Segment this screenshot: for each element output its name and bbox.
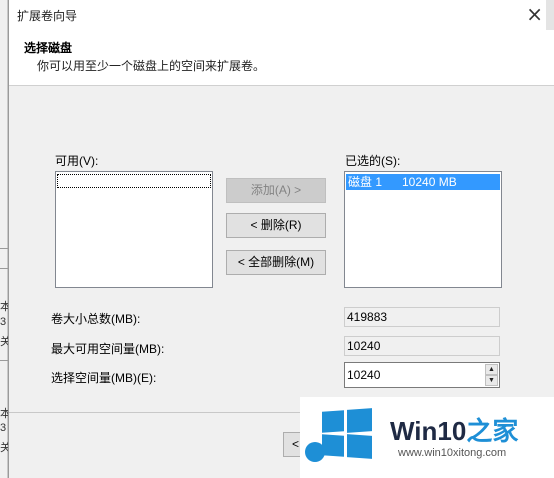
bg-fragment: 本 — [0, 301, 8, 313]
watermark: Win10之家 www.win10xitong.com — [300, 397, 554, 478]
bg-divider — [0, 268, 8, 269]
selected-disks-list[interactable]: 磁盘 1 10240 MB — [344, 171, 502, 288]
bg-fragment — [546, 0, 554, 30]
bg-fragment: 3 — [0, 316, 7, 328]
remove-all-button[interactable]: < 全部删除(M) — [226, 250, 326, 275]
watermark-brand: Win10之家 — [390, 411, 518, 448]
bg-divider — [0, 248, 8, 249]
windows-logo-icon — [322, 408, 372, 459]
add-button[interactable]: 添加(A) > — [226, 178, 326, 203]
title-bar: 扩展卷向导 × — [9, 0, 554, 30]
spin-down-icon[interactable]: ▼ — [485, 375, 498, 386]
wizard-header: 选择磁盘 你可以用至少一个磁盘上的空间来扩展卷。 — [9, 30, 554, 86]
page-title: 选择磁盘 — [24, 41, 73, 55]
max-space-value: 10240 — [344, 336, 500, 356]
bg-fragment: 3 — [0, 422, 7, 434]
total-size-value: 419883 — [344, 307, 500, 327]
select-space-label: 选择空间量(MB)(E): — [51, 371, 157, 385]
window-title: 扩展卷向导 — [17, 9, 78, 23]
watermark-url: www.win10xitong.com — [398, 447, 507, 459]
bg-fragment: 关 — [0, 442, 8, 454]
bg-fragment: 关 — [0, 336, 8, 348]
background-window-edge: 本 3 关 本 3 关 — [0, 0, 8, 478]
page-subtitle: 你可以用至少一个磁盘上的空间来扩展卷。 — [37, 59, 266, 73]
close-icon[interactable]: × — [526, 3, 543, 25]
focus-rectangle — [57, 174, 211, 188]
select-space-input[interactable] — [347, 366, 481, 384]
available-label: 可用(V): — [55, 154, 99, 168]
selected-label: 已选的(S): — [345, 154, 401, 168]
watermark-brand-accent: 之家 — [466, 416, 519, 446]
bg-divider — [0, 360, 8, 361]
list-item[interactable]: 磁盘 1 10240 MB — [346, 174, 500, 190]
select-space-stepper[interactable]: ▲ ▼ — [344, 362, 500, 388]
available-disks-list[interactable] — [55, 171, 213, 288]
spin-up-icon[interactable]: ▲ — [485, 364, 498, 375]
watermark-brand-main: Win10 — [390, 416, 467, 446]
bg-fragment: 本 — [0, 408, 8, 420]
max-space-label: 最大可用空间量(MB): — [51, 342, 165, 356]
remove-button[interactable]: < 删除(R) — [226, 213, 326, 238]
total-size-label: 卷大小总数(MB): — [51, 312, 141, 326]
